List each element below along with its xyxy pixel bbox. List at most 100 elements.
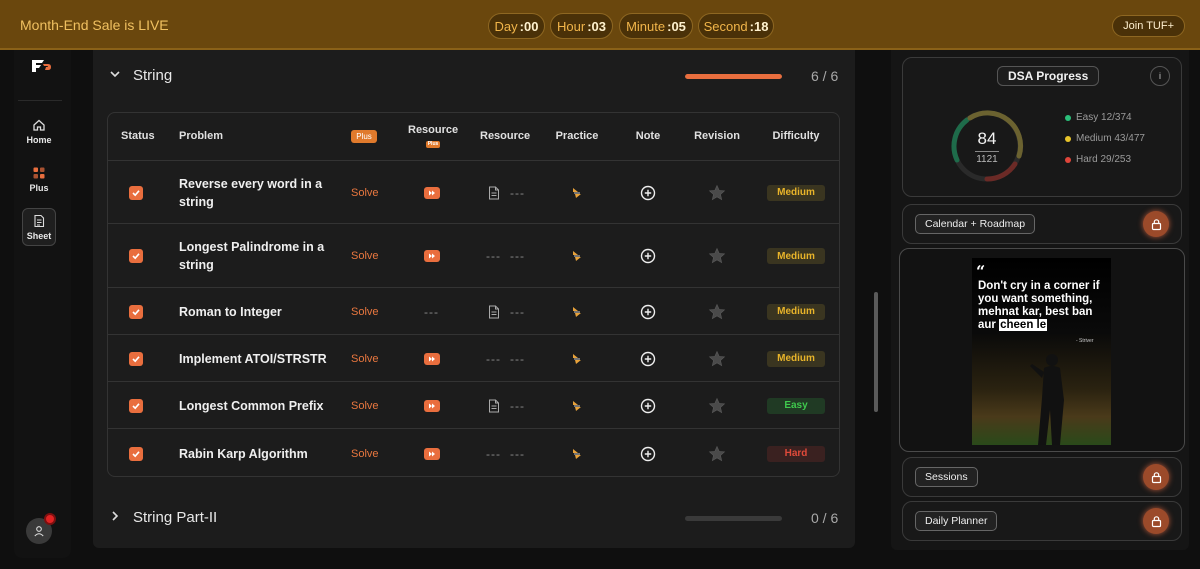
lock-icon[interactable] [1143,211,1169,237]
problem-name[interactable]: Longest Common Prefix [179,397,329,415]
practice-icon[interactable] [570,447,584,461]
difficulty-badge: Easy [767,397,825,414]
add-note-icon[interactable] [640,185,656,201]
resource-empty: --- [510,446,525,461]
th-note: Note [635,130,661,142]
problem-name[interactable]: Roman to Integer [179,303,329,321]
resource-empty: --- [510,351,525,366]
calendar-roadmap-card[interactable]: Calendar + Roadmap [902,204,1182,244]
difficulty-badge: Medium [767,303,825,320]
motivation-quote-card: “ Don't cry in a corner if you want some… [899,248,1185,452]
legend-medium-label: Medium [1076,133,1112,144]
status-checkbox[interactable] [129,446,143,461]
practice-icon[interactable] [570,352,584,366]
lock-icon[interactable] [1143,508,1169,534]
youtube-icon[interactable] [424,186,440,199]
legend-hard-dot [1065,156,1071,163]
main-scrollbar[interactable] [872,56,880,546]
plus-grid-icon [33,167,45,178]
difficulty-badge: Hard [767,445,825,462]
sale-banner: Month-End Sale is LIVE Day:00 Hour:03 Mi… [0,0,1200,50]
quote-signature: - Striver [1076,338,1094,344]
legend-medium-dot [1065,135,1071,142]
add-note-icon[interactable] [640,248,656,264]
legend-easy-value: 12/374 [1101,112,1132,123]
chevron-down-icon[interactable] [109,68,121,80]
youtube-icon[interactable] [424,399,440,412]
sidebar-item-sheet[interactable]: Sheet [22,208,56,246]
youtube-icon[interactable] [424,352,440,365]
legend-medium-value: 43/477 [1114,133,1145,144]
youtube-icon[interactable] [424,250,440,262]
section-string-part2-header[interactable]: String Part-II 0 / 6 [93,495,855,535]
article-icon[interactable] [488,186,500,200]
chevron-right-icon[interactable] [109,510,121,522]
solve-link[interactable]: Solve [351,353,379,365]
youtube-icon[interactable] [424,447,440,460]
sheet-icon [34,214,45,227]
logo-icon[interactable] [30,58,52,74]
section-title: String [133,67,173,84]
home-icon [33,119,45,131]
legend-hard-label: Hard [1076,154,1098,165]
revision-star-icon[interactable] [708,350,726,368]
dsa-progress-title: DSA Progress [997,66,1100,86]
revision-star-icon[interactable] [708,184,726,202]
timer-day-label: Day [494,18,518,34]
solve-link[interactable]: Solve [351,448,379,460]
status-checkbox[interactable] [129,351,143,366]
sessions-card[interactable]: Sessions [902,457,1182,497]
timer-minute: Minute:05 [619,13,693,39]
sessions-label: Sessions [915,467,978,487]
problem-name[interactable]: Rabin Karp Algorithm [179,445,329,463]
status-checkbox[interactable] [129,398,143,413]
revision-star-icon[interactable] [708,397,726,415]
practice-icon[interactable] [570,186,584,200]
revision-star-icon[interactable] [708,303,726,321]
legend-medium: Medium 43/477 [1065,133,1145,144]
dsa-progress-card: DSA Progress i 84 1121 Easy 12/374 Mediu… [902,57,1182,197]
add-note-icon[interactable] [640,398,656,414]
solve-link[interactable]: Solve [351,306,379,318]
th-resource: Resource [480,130,531,142]
solve-link[interactable]: Solve [351,187,379,199]
quote-image: “ Don't cry in a corner if you want some… [972,258,1111,445]
status-checkbox[interactable] [129,304,143,319]
article-icon[interactable] [488,305,500,319]
legend-easy-label: Easy [1076,112,1099,123]
main-scrollbar-thumb[interactable] [874,292,878,412]
sidebar-item-home[interactable]: Home [22,112,56,150]
timer-hour-value: :03 [587,18,606,34]
practice-icon[interactable] [570,399,584,413]
status-checkbox[interactable] [129,185,143,200]
notification-dot [44,513,56,525]
solve-link[interactable]: Solve [351,400,379,412]
revision-star-icon[interactable] [708,445,726,463]
practice-icon[interactable] [570,305,584,319]
difficulty-badge: Medium [767,184,825,201]
section-string-header[interactable]: String 6 / 6 [93,53,855,93]
info-button[interactable]: i [1150,66,1170,86]
resource-empty: --- [510,304,525,319]
th-resource-plus: Resource Plus [408,124,458,148]
legend-easy: Easy 12/374 [1065,112,1132,123]
solve-link[interactable]: Solve [351,250,379,262]
dsa-solved-count: 84 [977,129,997,148]
problem-name[interactable]: Reverse every word in a string [179,175,329,211]
daily-planner-card[interactable]: Daily Planner [902,501,1182,541]
dsa-total-count: 1121 [976,154,998,165]
status-checkbox[interactable] [129,249,143,263]
add-note-icon[interactable] [640,446,656,462]
lock-icon[interactable] [1143,464,1169,490]
join-tuf-plus-button[interactable]: Join TUF+ [1112,15,1185,37]
practice-icon[interactable] [570,249,584,263]
right-panel: DSA Progress i 84 1121 Easy 12/374 Mediu… [891,50,1189,550]
add-note-icon[interactable] [640,304,656,320]
problem-name[interactable]: Longest Palindrome in a string [179,238,329,274]
revision-star-icon[interactable] [708,247,726,265]
article-icon[interactable] [488,399,500,413]
problem-name[interactable]: Implement ATOI/STRSTR [179,350,329,368]
sidebar-item-plus[interactable]: Plus [22,160,56,198]
add-note-icon[interactable] [640,351,656,367]
section-progress-fill [685,74,782,79]
